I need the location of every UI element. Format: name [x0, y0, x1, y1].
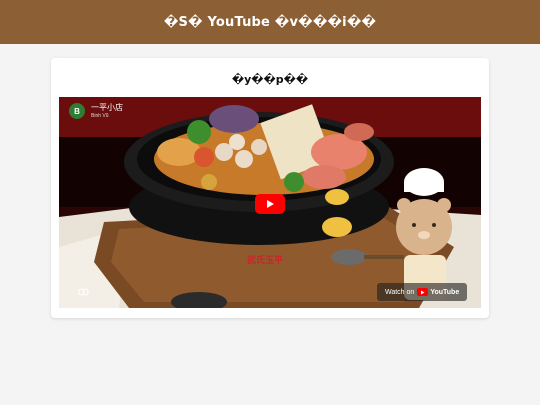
watch-on-youtube-button[interactable]: Watch on YouTube: [377, 283, 468, 301]
youtube-embed[interactable]: B 一平小店 Binh Vũ 武氏玉平 Watch on YouTube: [59, 97, 481, 308]
play-button[interactable]: [255, 194, 285, 214]
watch-on-label: Watch on: [385, 288, 415, 296]
video-card: �y��p�� B 一平小店 Binh Vũ 武氏玉平 Watch on You…: [51, 58, 489, 318]
youtube-wordmark: YouTube: [430, 288, 460, 296]
channel-info[interactable]: B 一平小店 Binh Vũ: [69, 103, 123, 119]
top-bar: �S� YouTube �v���i��: [0, 0, 540, 44]
avatar[interactable]: B: [69, 103, 85, 119]
video-overlay-text: 武氏玉平: [247, 256, 284, 266]
channel-subtitle: Binh Vũ: [91, 112, 109, 119]
video-title: �y��p��: [231, 73, 309, 86]
page-title: �S� YouTube �v���i��: [163, 14, 377, 30]
channel-name[interactable]: 一平小店: [91, 103, 123, 112]
link-icon[interactable]: [78, 288, 89, 296]
play-icon: [267, 200, 274, 208]
youtube-logo-icon: [417, 288, 429, 296]
youtube-logo: YouTube: [417, 288, 459, 296]
